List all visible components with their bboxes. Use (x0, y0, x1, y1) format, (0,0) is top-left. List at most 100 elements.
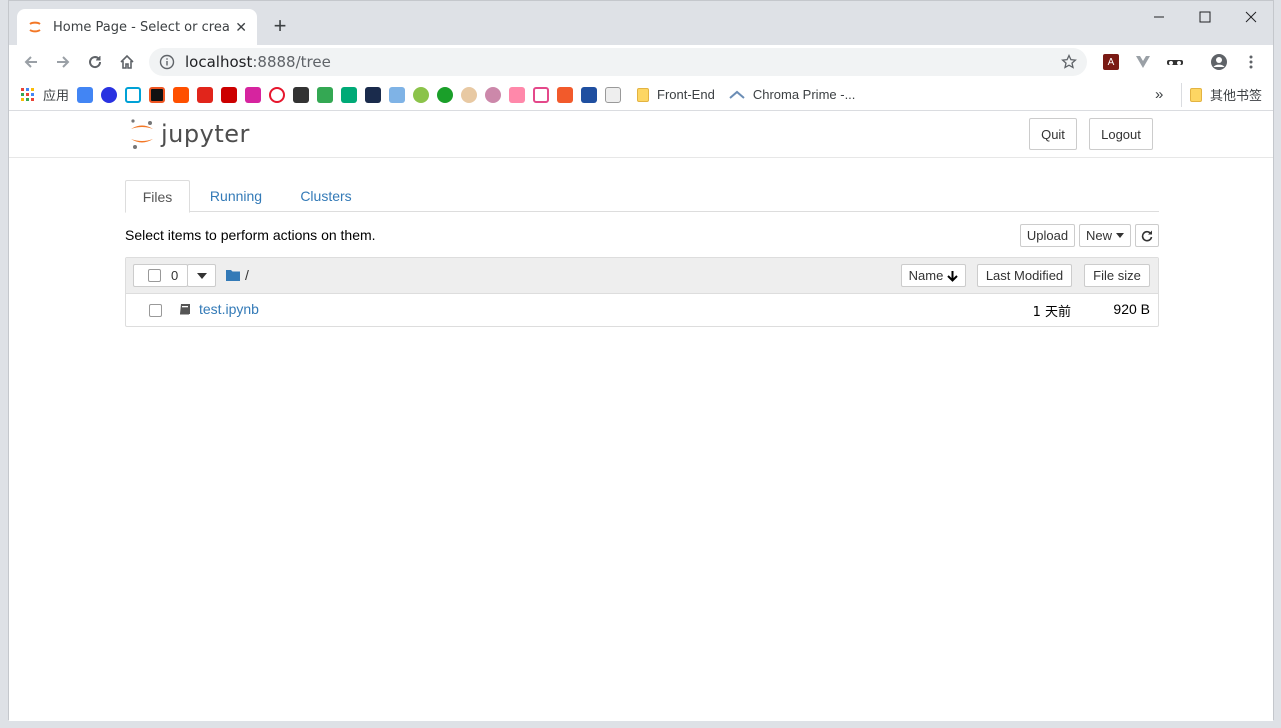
address-bar[interactable]: localhost:8888/tree (149, 48, 1087, 76)
quit-button[interactable]: Quit (1029, 118, 1077, 150)
jupyter-header: jupyter Quit Logout (9, 112, 1273, 158)
bookmarks-bar: 应用 Front-End Chroma Prime -... » 其他书签 (9, 79, 1273, 111)
bilibili-icon (125, 86, 142, 103)
file-list: 0 / Name Last Modified File size test.ip… (125, 257, 1159, 327)
new-button[interactable]: New (1079, 224, 1131, 247)
bookmark-weibo[interactable] (269, 83, 286, 107)
bookmark-blue[interactable] (389, 83, 406, 107)
chroma-icon (729, 90, 745, 99)
jupyter-tabs: Files Running Clusters (125, 180, 1159, 213)
bookmark-home[interactable] (581, 83, 598, 107)
bookmark-green[interactable] (437, 83, 454, 107)
teal-site-icon (341, 86, 358, 103)
upload-button[interactable]: Upload (1020, 224, 1075, 247)
select-all-button[interactable]: 0 (133, 264, 188, 287)
minimize-button[interactable] (1139, 5, 1179, 29)
bookmark-jd[interactable] (197, 83, 214, 107)
bookmark-photos[interactable] (317, 83, 334, 107)
breadcrumb-root: / (245, 267, 249, 283)
bookmark-translate[interactable] (77, 83, 94, 107)
select-all-checkbox[interactable] (148, 269, 161, 282)
star-icon[interactable] (1061, 54, 1077, 70)
bookmark-g[interactable] (149, 83, 166, 107)
caret-down-icon (196, 272, 207, 279)
front-end-label: Front-End (657, 87, 715, 102)
maximize-button[interactable] (1185, 5, 1225, 29)
taobao-icon (173, 86, 190, 103)
new-label: New (1085, 228, 1112, 243)
bookmark-taobao[interactable] (173, 83, 190, 107)
bookmark-h[interactable] (605, 83, 622, 107)
bookmark-shiba[interactable] (461, 83, 478, 107)
bookmark-tv[interactable] (533, 83, 550, 107)
bookmark-teal[interactable] (341, 83, 358, 107)
bookmark-m[interactable] (365, 83, 382, 107)
incognito-extension-icon[interactable] (1165, 52, 1185, 72)
g-site-icon (149, 86, 166, 103)
jupyter-logo-icon (131, 119, 153, 149)
new-tab-button[interactable]: + (267, 13, 293, 39)
back-button[interactable] (15, 48, 47, 76)
logout-button[interactable]: Logout (1089, 118, 1153, 150)
file-row[interactable]: test.ipynb 1 天前 920 B (126, 294, 1158, 326)
browser-tab[interactable]: Home Page - Select or create ✕ (17, 9, 257, 45)
apps-grid-icon (21, 87, 34, 101)
profile-icon[interactable] (1209, 52, 1229, 72)
tab-clusters[interactable]: Clusters (287, 180, 365, 212)
bookmark-bilibili[interactable] (125, 83, 142, 107)
select-dropdown-button[interactable] (187, 264, 216, 287)
url-host: localhost (185, 53, 253, 71)
other-bookmarks-folder[interactable]: 其他书签 (1181, 82, 1263, 107)
close-window-button[interactable] (1231, 5, 1271, 29)
tab-files[interactable]: Files (125, 180, 190, 213)
bookmark-skull[interactable] (557, 83, 574, 107)
apps-label: 应用 (43, 88, 70, 103)
refresh-button[interactable] (1135, 224, 1159, 247)
home-button[interactable] (111, 48, 143, 76)
bookmark-baidu[interactable] (101, 83, 118, 107)
reload-button[interactable] (79, 48, 111, 76)
reload-icon (89, 56, 102, 69)
bookmark-red[interactable] (221, 83, 238, 107)
bookmark-anime1[interactable] (485, 83, 502, 107)
bookmark-dark[interactable] (293, 83, 310, 107)
bookmark-leaf[interactable] (413, 83, 430, 107)
url-text: localhost:8888/tree (185, 53, 331, 71)
bookmark-instagram[interactable] (245, 83, 262, 107)
close-icon (1245, 11, 1257, 23)
bookmark-chroma[interactable]: Chroma Prime -... (729, 83, 855, 107)
weibo-icon (269, 86, 286, 103)
selection-hint: Select items to perform actions on them. (125, 227, 376, 243)
folder-icon (637, 87, 650, 102)
file-checkbox[interactable] (149, 304, 162, 317)
file-name-link[interactable]: test.ipynb (199, 301, 259, 317)
bookmarks-overflow-button[interactable]: » (1155, 83, 1163, 107)
breadcrumb[interactable]: / (226, 267, 249, 283)
bookmark-anime2[interactable] (509, 83, 526, 107)
menu-kebab-icon[interactable] (1241, 52, 1261, 72)
notebook-icon (180, 304, 190, 315)
sort-name-label: Name (908, 268, 944, 283)
file-list-header: 0 / Name Last Modified File size (126, 258, 1158, 294)
pdf-extension-icon[interactable]: A (1101, 52, 1121, 72)
tab-close-icon[interactable]: ✕ (235, 19, 247, 36)
jupyter-logo[interactable]: jupyter (129, 118, 250, 150)
info-icon[interactable] (159, 54, 175, 70)
dark-site-icon (293, 86, 310, 103)
photos-icon (317, 86, 334, 103)
other-bookmarks-label: 其他书签 (1210, 88, 1263, 103)
sort-name-button[interactable]: Name (901, 264, 966, 287)
apps-bookmark[interactable]: 应用 (21, 83, 69, 107)
bookmark-folder-front-end[interactable]: Front-End (637, 83, 715, 107)
tab-running[interactable]: Running (197, 180, 275, 212)
vue-devtools-icon[interactable] (1133, 52, 1153, 72)
jupyter-logo-text: jupyter (161, 120, 250, 148)
jupyter-favicon-icon (29, 21, 41, 33)
home-icon (120, 54, 134, 69)
forward-button[interactable] (47, 48, 79, 76)
leaf-icon (413, 86, 430, 103)
folder-icon (1190, 87, 1202, 102)
sort-size-button[interactable]: File size (1084, 264, 1150, 287)
refresh-icon (1141, 230, 1153, 241)
sort-modified-button[interactable]: Last Modified (977, 264, 1072, 287)
